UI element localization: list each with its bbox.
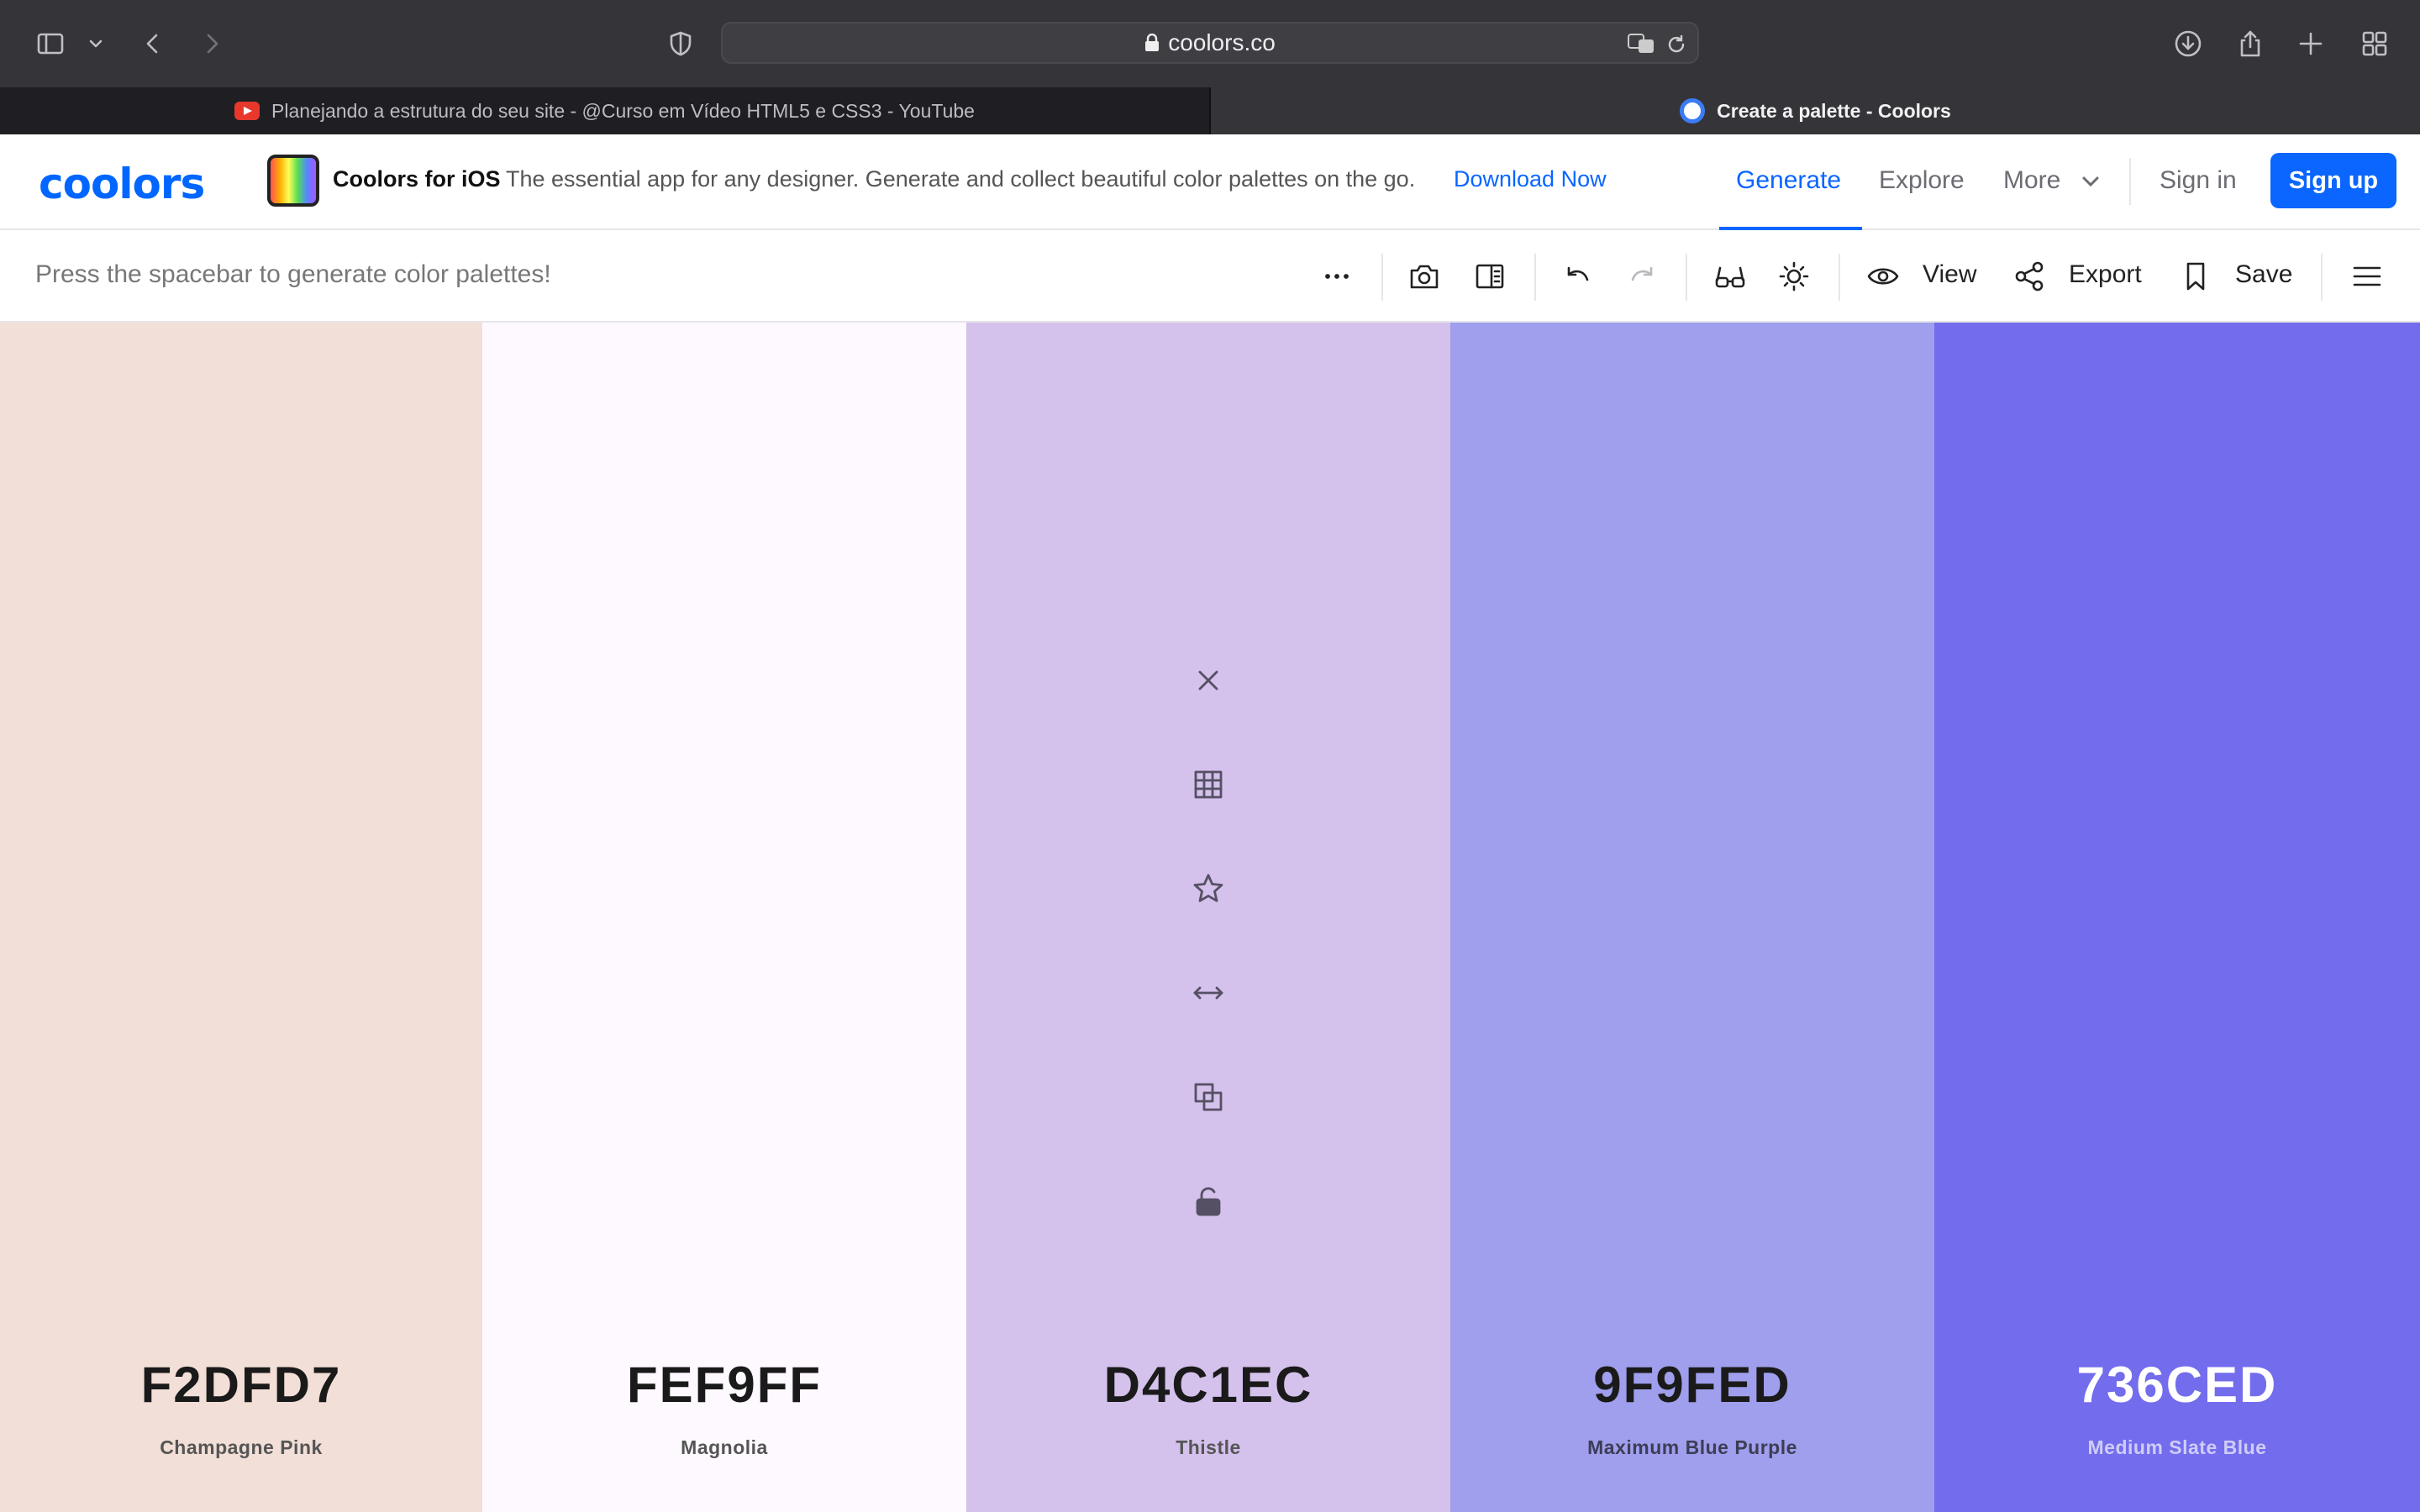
color-name: Maximum Blue Purple — [1587, 1436, 1797, 1458]
chevron-down-icon[interactable] — [79, 27, 113, 60]
spacebar-hint: Press the spacebar to generate color pal… — [35, 260, 551, 288]
coolors-favicon-icon — [1680, 98, 1706, 123]
youtube-favicon-icon — [234, 102, 260, 120]
copy-icon[interactable] — [1186, 1075, 1230, 1119]
tab-overview-icon[interactable] — [2358, 27, 2391, 60]
color-swatch[interactable]: D4C1EC Thistle — [966, 323, 1450, 1512]
color-swatch[interactable]: 9F9FED Maximum Blue Purple — [1450, 323, 1934, 1512]
divider — [1534, 254, 1536, 301]
divider — [1839, 254, 1840, 301]
eye-icon[interactable] — [1864, 257, 1902, 296]
translate-icon[interactable] — [1627, 32, 1655, 55]
camera-icon[interactable] — [1405, 257, 1444, 296]
color-name: Thistle — [1176, 1436, 1241, 1458]
color-swatch[interactable]: 736CED Medium Slate Blue — [1934, 323, 2420, 1512]
ios-app-thumbnail[interactable] — [267, 155, 319, 207]
share-icon[interactable] — [2233, 27, 2267, 60]
nav-explore[interactable]: Explore — [1879, 166, 1965, 195]
color-swatch[interactable]: FEF9FF Magnolia — [482, 323, 966, 1512]
brightness-icon[interactable] — [1775, 257, 1813, 296]
forward-icon[interactable] — [195, 27, 229, 60]
hex-code[interactable]: FEF9FF — [482, 1356, 966, 1414]
promo-title[interactable]: Coolors for iOS — [333, 166, 501, 192]
save-button[interactable]: Save — [2235, 260, 2292, 289]
redo-icon[interactable] — [1623, 257, 1662, 296]
more-options-icon[interactable] — [1318, 257, 1356, 296]
chevron-down-icon — [2082, 176, 2099, 187]
downloads-icon[interactable] — [2171, 27, 2205, 60]
tab-coolors[interactable]: Create a palette - Coolors — [1211, 87, 2420, 134]
hamburger-menu-icon[interactable] — [2348, 257, 2386, 296]
tab-bar: Planejando a estrutura do seu site - @Cu… — [0, 87, 2420, 134]
shades-grid-icon[interactable] — [1186, 763, 1230, 806]
glasses-icon[interactable] — [1711, 257, 1749, 296]
nav-generate[interactable]: Generate — [1736, 166, 1841, 195]
color-palette: F2DFD7 Champagne Pink FEF9FF Magnolia D4… — [0, 323, 2420, 1512]
color-name: Champagne Pink — [160, 1436, 323, 1458]
drag-arrows-icon[interactable] — [1186, 971, 1230, 1015]
unlock-icon[interactable] — [1186, 1179, 1230, 1223]
sign-up-button[interactable]: Sign up — [2270, 153, 2396, 208]
color-swatch[interactable]: F2DFD7 Champagne Pink — [0, 323, 482, 1512]
new-tab-icon[interactable] — [2294, 27, 2328, 60]
nav-more[interactable]: More — [2003, 166, 2102, 195]
remove-color-icon[interactable] — [1186, 659, 1230, 702]
split-view-icon[interactable] — [1470, 257, 1509, 296]
sidebar-toggle-icon[interactable] — [34, 27, 67, 60]
url-text: coolors.co — [1168, 29, 1276, 55]
color-name: Magnolia — [681, 1436, 768, 1458]
hex-code[interactable]: 9F9FED — [1450, 1356, 1934, 1414]
divider — [2321, 254, 2323, 301]
divider — [1686, 254, 1687, 301]
download-now-link[interactable]: Download Now — [1454, 166, 1607, 192]
hex-code[interactable]: D4C1EC — [966, 1356, 1450, 1414]
bookmark-icon[interactable] — [2176, 257, 2215, 296]
divider — [1381, 254, 1383, 301]
swatch-tools — [966, 659, 1450, 1223]
share-nodes-icon[interactable] — [2010, 257, 2049, 296]
hex-code[interactable]: 736CED — [1934, 1356, 2420, 1414]
tab-title: Planejando a estrutura do seu site - @Cu… — [271, 99, 975, 122]
tab-youtube[interactable]: Planejando a estrutura do seu site - @Cu… — [0, 87, 1211, 134]
generator-toolbar: Press the spacebar to generate color pal… — [0, 230, 2420, 323]
nav-more-label: More — [2003, 166, 2061, 194]
coolors-logo[interactable]: coolors — [39, 160, 205, 208]
back-icon[interactable] — [136, 27, 170, 60]
reload-icon[interactable] — [1665, 34, 1687, 55]
hex-code[interactable]: F2DFD7 — [0, 1356, 482, 1414]
view-button[interactable]: View — [1923, 260, 1976, 289]
color-name: Medium Slate Blue — [2087, 1436, 2267, 1458]
address-bar[interactable]: coolors.co — [721, 22, 1699, 64]
sign-in-link[interactable]: Sign in — [2160, 166, 2237, 195]
undo-icon[interactable] — [1558, 257, 1597, 296]
browser-toolbar: coolors.co — [0, 0, 2420, 87]
tab-title: Create a palette - Coolors — [1717, 99, 1951, 122]
lock-icon — [1145, 34, 1160, 51]
export-button[interactable]: Export — [2069, 260, 2142, 289]
promo-description: The essential app for any designer. Gene… — [506, 166, 1416, 192]
star-icon[interactable] — [1186, 867, 1230, 911]
site-header: coolors Coolors for iOS The essential ap… — [0, 134, 2420, 230]
privacy-shield-icon[interactable] — [664, 27, 697, 60]
divider — [2129, 158, 2131, 205]
